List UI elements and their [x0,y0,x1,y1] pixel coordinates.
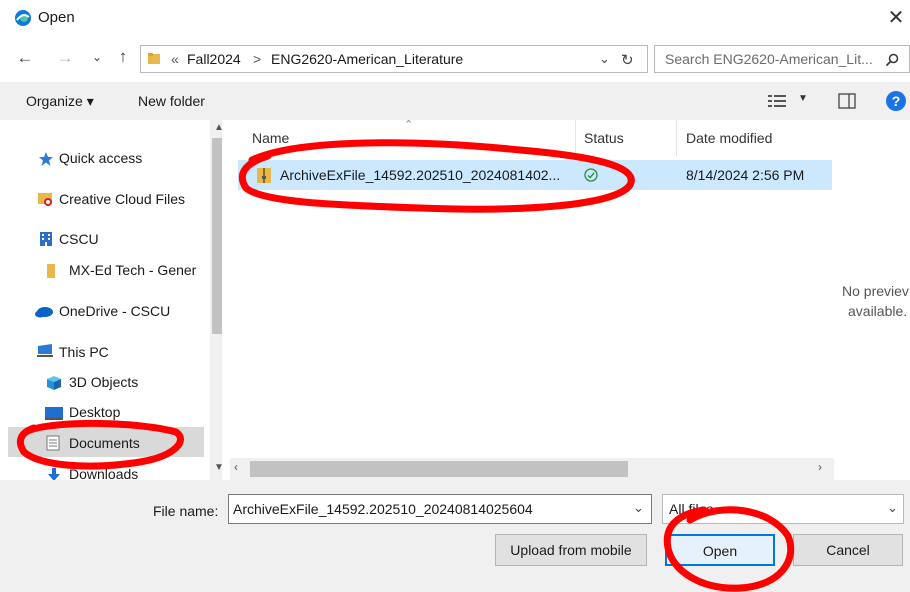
file-name-value: ArchiveExFile_14592.202510_2024081402560… [233,501,533,517]
file-type-chevron-icon[interactable]: ⌄ [887,500,898,516]
file-name-dropdown-chevron-icon[interactable]: ⌄ [633,500,644,516]
column-divider [575,120,576,156]
cloud-icon [35,307,53,318]
sidebar-item-mx-ed-tech[interactable]: MX-Ed Tech - Gener [69,262,196,278]
creative-cloud-icon [38,193,52,206]
file-list: ⌃ Name Status Date modified ArchiveExFil… [230,119,834,480]
column-header-name[interactable]: Name [252,130,289,146]
navigation-pane: Quick access Creative Cloud Files CSCU M… [8,120,222,482]
horizontal-scroll-thumb[interactable] [250,461,628,477]
refresh-icon[interactable]: ↻ [621,51,634,69]
breadcrumb-fall2024[interactable]: Fall2024 [187,51,241,67]
close-icon[interactable]: ✕ [884,5,908,30]
sidebar-item-onedrive[interactable]: OneDrive - CSCU [59,303,170,319]
upload-from-mobile-button[interactable]: Upload from mobile [495,534,647,566]
command-bar: Organize ▾ New folder ▼ ? [0,82,910,120]
star-icon [39,152,53,166]
new-folder-button[interactable]: New folder [138,93,205,109]
sync-status-check-icon [584,168,598,182]
desktop-icon [45,407,63,420]
file-name-cell[interactable]: ArchiveExFile_14592.202510_2024081402... [280,167,560,183]
scroll-down-icon[interactable]: ▼ [214,462,222,473]
building-icon [40,232,52,246]
sidebar-item-documents[interactable]: Documents [69,435,140,451]
preview-pane-icon[interactable] [838,93,856,109]
file-type-select[interactable]: All files ⌄ [662,494,904,524]
cancel-button[interactable]: Cancel [793,534,903,566]
edge-browser-icon [15,10,31,26]
sidebar-item-3d-objects[interactable]: 3D Objects [69,374,138,390]
column-divider [676,120,677,156]
dialog-footer: File name: ArchiveExFile_14592.202510_20… [0,480,910,592]
title-bar: Open ✕ [0,0,910,36]
computer-icon [37,344,53,357]
view-options-icon[interactable] [768,94,786,108]
sidebar-scrollbar[interactable]: ▲ ▼ [210,120,222,482]
organize-button[interactable]: Organize ▾ [26,93,94,110]
open-button[interactable]: Open [665,534,775,566]
column-header-status[interactable]: Status [584,130,624,146]
sidebar-item-quick-access[interactable]: Quick access [59,150,142,166]
address-bar[interactable]: « Fall2024 > ENG2620-American_Literature… [140,45,648,73]
search-icon[interactable] [885,53,899,67]
cube-icon [47,376,61,390]
address-dropdown-chevron-icon[interactable]: ⌄ [599,51,610,67]
preview-pane: No previev available. [836,120,910,480]
breadcrumb-separator: > [253,51,262,67]
file-name-input[interactable]: ArchiveExFile_14592.202510_2024081402560… [228,494,652,524]
back-arrow-icon[interactable]: ← [14,48,36,68]
preview-message-line1: No previev [842,283,909,299]
file-type-value: All files [669,501,714,517]
help-button[interactable]: ? [886,91,906,111]
folder-icon [47,264,55,278]
scroll-up-icon[interactable]: ▲ [214,122,222,133]
path-overflow-icon[interactable]: « [171,51,179,67]
table-row[interactable]: ArchiveExFile_14592.202510_2024081402...… [238,160,832,190]
sidebar-scroll-thumb[interactable] [212,138,222,334]
zip-folder-icon [257,168,271,183]
view-dropdown-icon[interactable]: ▼ [798,93,808,104]
folder-icon [148,53,160,64]
preview-message-line2: available. [848,303,908,319]
file-name-label: File name: [153,503,219,519]
date-modified-cell: 8/14/2024 2:56 PM [686,167,805,183]
sidebar-item-cscu[interactable]: CSCU [59,231,99,247]
window-title: Open [38,9,75,26]
sidebar-item-creative-cloud[interactable]: Creative Cloud Files [59,191,185,207]
recent-locations-chevron-icon[interactable]: ⌄ [86,50,108,64]
breadcrumb-course-folder[interactable]: ENG2620-American_Literature [271,51,463,67]
sidebar-item-this-pc[interactable]: This PC [59,344,109,360]
column-header-date-modified[interactable]: Date modified [686,130,772,146]
document-icon [46,435,60,451]
search-box[interactable]: Search ENG2620-American_Lit... [654,45,910,73]
scroll-left-icon[interactable]: ‹ [234,460,238,474]
file-list-scrollbar[interactable]: ‹ › [230,458,834,480]
scroll-right-icon[interactable]: › [818,460,822,474]
sidebar-item-desktop[interactable]: Desktop [69,404,120,420]
sort-indicator-icon: ⌃ [404,119,414,131]
search-placeholder: Search ENG2620-American_Lit... [665,51,873,67]
forward-arrow-icon[interactable]: → [54,48,76,68]
up-arrow-icon[interactable]: ↑ [112,47,134,67]
